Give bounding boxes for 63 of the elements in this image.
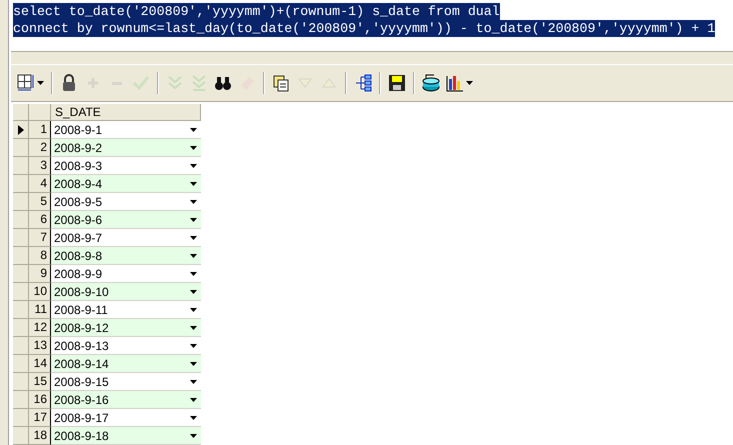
table-cell[interactable]: 2008-9-18 bbox=[51, 427, 201, 445]
table-cell[interactable]: 2008-9-4 bbox=[51, 175, 201, 193]
caret-icon bbox=[466, 81, 473, 85]
caret-icon bbox=[190, 434, 197, 438]
row-number: 9 bbox=[29, 265, 51, 283]
table-cell[interactable]: 2008-9-14 bbox=[51, 355, 201, 373]
table-cell[interactable]: 2008-9-10 bbox=[51, 283, 201, 301]
documents-icon bbox=[272, 74, 290, 92]
caret-icon bbox=[190, 416, 197, 420]
row-number: 11 bbox=[29, 301, 51, 319]
row-number: 15 bbox=[29, 373, 51, 391]
caret-icon bbox=[190, 164, 197, 168]
row-number: 7 bbox=[29, 229, 51, 247]
table-cell[interactable]: 2008-9-12 bbox=[51, 319, 201, 337]
row-number: 18 bbox=[29, 427, 51, 445]
caret-icon bbox=[190, 380, 197, 384]
table-cell[interactable]: 2008-9-16 bbox=[51, 391, 201, 409]
row-number: 4 bbox=[29, 175, 51, 193]
checkmark-icon bbox=[132, 74, 150, 92]
caret-icon bbox=[190, 182, 197, 186]
column-header[interactable]: S_DATE bbox=[51, 104, 201, 121]
tree-icon bbox=[354, 74, 372, 92]
caret-icon bbox=[190, 344, 197, 348]
row-header[interactable] bbox=[13, 121, 29, 139]
double-chevron-down-bar-icon bbox=[190, 74, 208, 92]
row-number: 12 bbox=[29, 319, 51, 337]
row-number: 8 bbox=[29, 247, 51, 265]
lock-icon bbox=[60, 74, 78, 92]
row-number: 3 bbox=[29, 157, 51, 175]
bar-chart-icon bbox=[446, 74, 464, 92]
caret-icon bbox=[190, 146, 197, 150]
caret-icon bbox=[190, 326, 197, 330]
row-number: 17 bbox=[29, 409, 51, 427]
caret-icon bbox=[190, 128, 197, 132]
row-pointer-icon bbox=[18, 124, 24, 134]
header-corner bbox=[29, 104, 51, 121]
caret-icon bbox=[190, 272, 197, 276]
caret-icon bbox=[190, 290, 197, 294]
table-cell[interactable]: 2008-9-6 bbox=[51, 211, 201, 229]
row-number: 10 bbox=[29, 283, 51, 301]
sql-editor[interactable]: select to_date('200809','yyyymm')+(rownum-1) s_date from dual connect by rownum<=last_day(to_date('200809','yyyymm')) - to_date('200809','yyyymm') + 1 bbox=[11, 0, 733, 52]
database-icon bbox=[422, 74, 440, 92]
row-number: 1 bbox=[29, 121, 51, 139]
caret-icon bbox=[190, 398, 197, 402]
caret-icon bbox=[190, 218, 197, 222]
grid-icon bbox=[17, 74, 35, 92]
header-corner bbox=[13, 104, 29, 121]
caret-icon bbox=[190, 236, 197, 240]
row-number: 13 bbox=[29, 337, 51, 355]
table-cell[interactable]: 2008-9-8 bbox=[51, 247, 201, 265]
caret-icon bbox=[190, 308, 197, 312]
row-number: 6 bbox=[29, 211, 51, 229]
binoculars-icon bbox=[214, 74, 232, 92]
caret-icon bbox=[190, 362, 197, 366]
row-number: 14 bbox=[29, 355, 51, 373]
double-chevron-down-icon bbox=[166, 74, 184, 92]
table-cell[interactable]: 2008-9-2 bbox=[51, 139, 201, 157]
caret-icon bbox=[37, 81, 44, 85]
caret-icon bbox=[190, 200, 197, 204]
row-number: 16 bbox=[29, 391, 51, 409]
caret-icon bbox=[190, 254, 197, 258]
row-number: 5 bbox=[29, 193, 51, 211]
row-number: 2 bbox=[29, 139, 51, 157]
